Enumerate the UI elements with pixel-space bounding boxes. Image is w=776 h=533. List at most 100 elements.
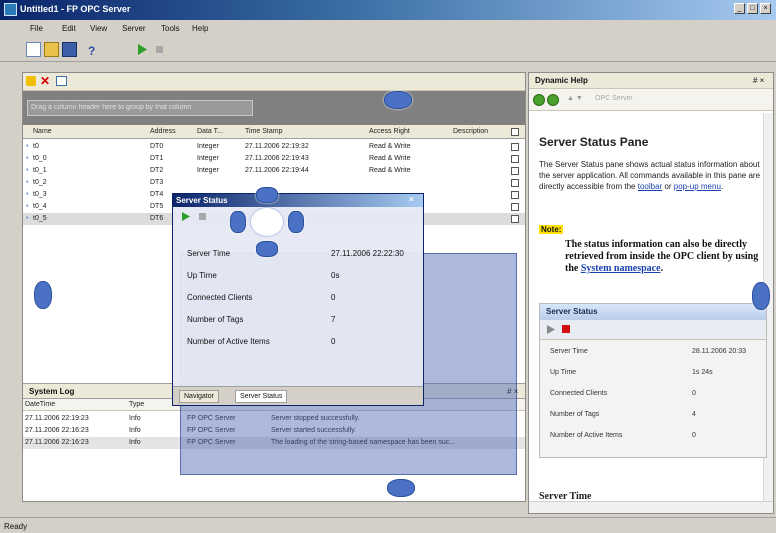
help-status-label: Connected Clients — [550, 390, 608, 397]
menu-help[interactable]: Help — [192, 24, 208, 33]
col-datetime[interactable]: DateTime — [25, 401, 55, 408]
header-checkbox[interactable] — [511, 128, 519, 136]
log-type: Info — [129, 427, 141, 434]
row-checkbox[interactable] — [511, 167, 519, 175]
help-status-value: 1s 24s — [692, 369, 713, 376]
tag-type: Integer — [197, 143, 219, 150]
save-icon[interactable] — [62, 42, 77, 57]
dynamic-help-title-bar: Dynamic Help # × — [529, 73, 773, 89]
log-type: Info — [129, 415, 141, 422]
add-tag-icon[interactable] — [26, 76, 36, 86]
note-label: Note: — [539, 225, 564, 234]
row-checkbox[interactable] — [511, 215, 519, 223]
properties-icon[interactable] — [56, 76, 67, 86]
menu-file[interactable]: File — [30, 24, 43, 33]
floating-close-icon[interactable]: × — [409, 195, 414, 204]
open-icon[interactable] — [44, 42, 59, 57]
col-type[interactable]: Type — [129, 401, 144, 408]
start-icon[interactable] — [134, 42, 149, 57]
floating-stop-icon[interactable] — [199, 213, 206, 220]
close-button[interactable]: × — [760, 3, 771, 14]
title-bar[interactable]: Untitled1 - FP OPC Server _ □ × — [0, 0, 776, 20]
table-row[interactable]: • t0 DT0 Integer 27.11.2006 22:19:32 Read & W… — [23, 141, 525, 153]
tab-server-status[interactable]: Server Status — [235, 390, 288, 403]
server-status-panel-title: Server Status — [540, 304, 766, 320]
floating-window-tabs: Navigator Server Status — [173, 386, 423, 405]
status-label: Number of Active Items — [187, 337, 270, 346]
col-timestamp[interactable]: Time Stamp — [245, 128, 282, 135]
back-icon[interactable] — [533, 94, 545, 106]
tag-address: DT5 — [150, 203, 164, 210]
tab-navigator[interactable]: Navigator — [179, 390, 219, 403]
menu-edit[interactable]: Edit — [62, 24, 76, 33]
help-status-row: Number of Tags 4 — [550, 411, 766, 418]
forward-icon[interactable] — [547, 94, 559, 106]
floating-play-icon[interactable] — [181, 211, 191, 224]
row-checkbox[interactable] — [511, 179, 519, 187]
maximize-button[interactable]: □ — [747, 3, 758, 14]
delete-icon[interactable]: ✕ — [40, 74, 50, 88]
col-address[interactable]: Address — [150, 128, 176, 135]
col-datatype[interactable]: Data T... — [197, 128, 223, 135]
server-status-panel-toolbar — [540, 320, 766, 340]
popup-menu-link[interactable]: pop-up menu — [674, 182, 721, 191]
help-navigation: ▲ ▼ OPC Server — [529, 89, 773, 111]
help-hscrollbar[interactable] — [529, 501, 773, 513]
dock-guide-left-icon[interactable] — [34, 281, 52, 309]
help-paragraph: The Server Status pane shows actual stat… — [539, 160, 761, 191]
help-heading: Server Status Pane — [539, 135, 649, 149]
tag-name: t0_2 — [33, 179, 47, 186]
tag-address: DT1 — [150, 155, 164, 162]
help-icon[interactable]: ? — [84, 42, 99, 58]
status-value: 0s — [331, 271, 340, 280]
play-icon — [546, 324, 556, 337]
tag-address: DT3 — [150, 179, 164, 186]
table-row[interactable]: • t0_0 DT1 Integer 27.11.2006 22:19:43 Read &… — [23, 153, 525, 165]
dock-guide-right-icon[interactable] — [752, 282, 770, 310]
help-status-value: 28.11.2006 20:33 — [692, 348, 746, 355]
help-status-value: 4 — [692, 411, 696, 418]
toolbar-link[interactable]: toolbar — [638, 182, 662, 191]
tag-name: t0_1 — [33, 167, 47, 174]
stop-icon[interactable] — [152, 42, 167, 57]
svg-text:?: ? — [88, 44, 95, 58]
tags-table-header: Name Address Data T... Time Stamp Access… — [23, 125, 525, 139]
new-icon[interactable] — [26, 42, 41, 57]
status-value: 0 — [331, 293, 336, 302]
server-status-illustration: Server Status Server Time 28.11.2006 20:3… — [539, 303, 767, 458]
minimize-button[interactable]: _ — [734, 3, 745, 14]
tag-name: t0_0 — [33, 155, 47, 162]
dynamic-help-pane: Dynamic Help # × ▲ ▼ OPC Server Server S… — [528, 72, 774, 514]
help-status-value: 0 — [692, 432, 696, 439]
dynamic-help-title: Dynamic Help — [535, 76, 588, 85]
row-checkbox[interactable] — [511, 143, 519, 151]
status-value: 0 — [331, 337, 336, 346]
app-icon — [4, 3, 17, 16]
group-by-bar[interactable]: Drag a column header here to group by th… — [23, 91, 525, 125]
menu-view[interactable]: View — [90, 24, 107, 33]
col-name[interactable]: Name — [33, 128, 52, 135]
status-text: Ready — [4, 522, 28, 531]
dock-guide-bottom-icon[interactable] — [387, 479, 415, 497]
col-access[interactable]: Access Right — [369, 128, 410, 135]
table-row[interactable]: • t0_1 DT2 Integer 27.11.2006 22:19:44 Read &… — [23, 165, 525, 177]
row-checkbox[interactable] — [511, 191, 519, 199]
help-status-label: Number of Tags — [550, 411, 600, 418]
up-arrow-icon[interactable]: ▲ ▼ — [567, 95, 583, 102]
help-status-row: Server Time 28.11.2006 20:33 — [550, 348, 766, 355]
help-status-label: Up Time — [550, 369, 577, 376]
tag-type: Integer — [197, 167, 219, 174]
row-checkbox[interactable] — [511, 203, 519, 211]
row-checkbox[interactable] — [511, 155, 519, 163]
menu-tools[interactable]: Tools — [161, 24, 180, 33]
dynamic-help-pane-buttons[interactable]: # × — [753, 76, 764, 85]
dock-guide-top-icon[interactable] — [384, 91, 412, 109]
system-namespace-link[interactable]: System namespace — [581, 263, 661, 274]
col-description[interactable]: Description — [453, 128, 488, 135]
dock-guide-center-icon[interactable] — [230, 187, 306, 259]
help-path: OPC Server — [595, 95, 633, 102]
menu-server[interactable]: Server — [122, 24, 146, 33]
tag-timestamp: 27.11.2006 22:19:44 — [245, 167, 309, 174]
log-datetime: 27.11.2006 22:16:23 — [25, 439, 89, 446]
tag-access: Read & Write — [369, 155, 411, 162]
